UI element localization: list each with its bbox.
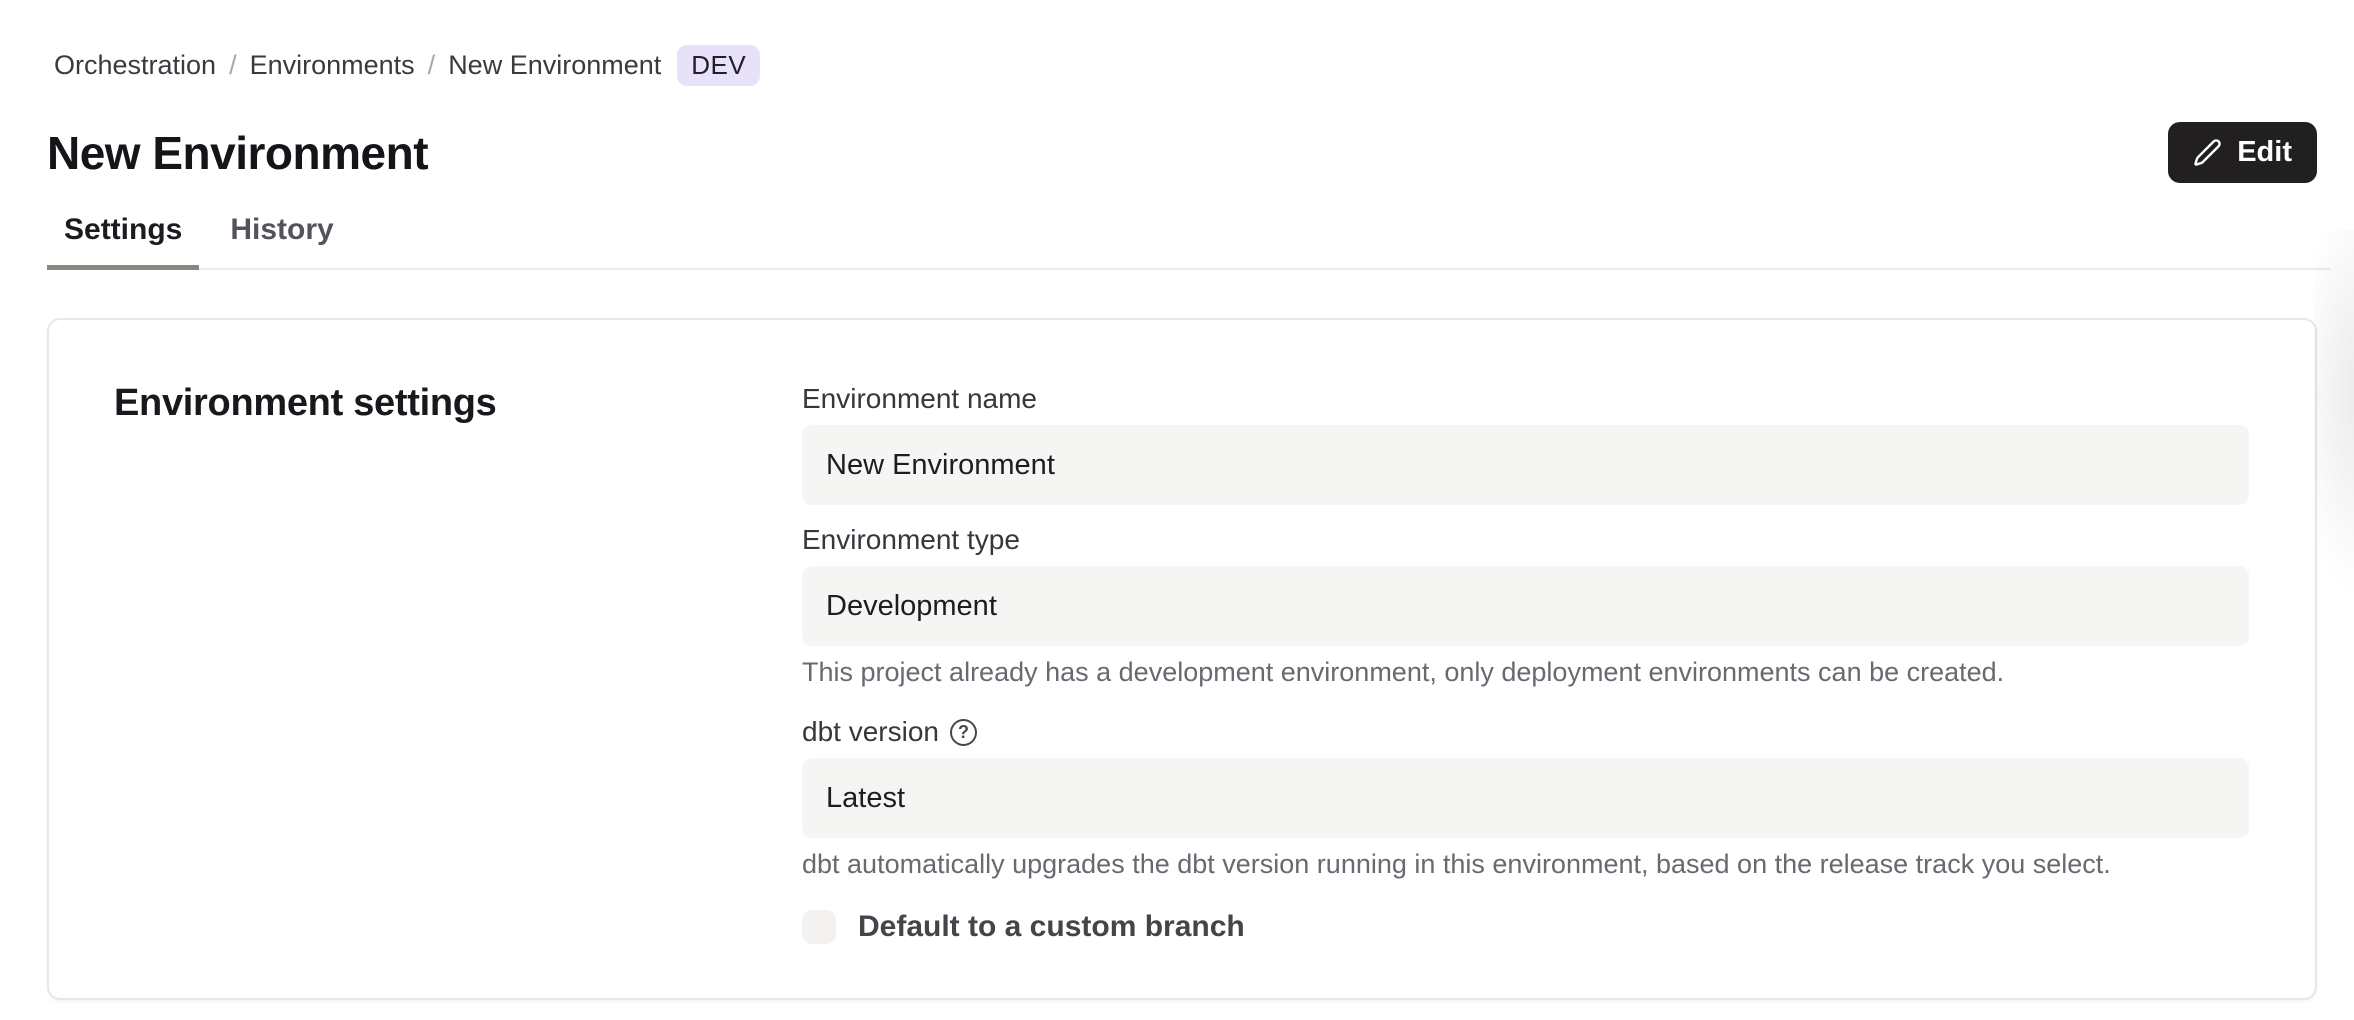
breadcrumb-item-new-environment[interactable]: New Environment bbox=[448, 49, 661, 82]
page-title: New Environment bbox=[47, 125, 428, 181]
card-heading: Environment settings bbox=[114, 380, 802, 426]
page-header: New Environment Edit bbox=[47, 122, 2317, 183]
dbt-version-label-row: dbt version ? bbox=[802, 715, 2249, 749]
breadcrumb-item-environments[interactable]: Environments bbox=[250, 49, 415, 82]
tab-history[interactable]: History bbox=[213, 209, 350, 268]
pencil-icon bbox=[2193, 138, 2222, 167]
dev-environment-badge: DEV bbox=[677, 45, 760, 86]
environment-name-label: Environment name bbox=[802, 382, 2249, 416]
environment-type-label: Environment type bbox=[802, 523, 2249, 557]
environment-name-field: Environment name New Environment bbox=[802, 382, 2249, 505]
breadcrumb-separator: / bbox=[229, 49, 237, 82]
dbt-version-value: Latest bbox=[826, 782, 905, 815]
edit-button[interactable]: Edit bbox=[2168, 122, 2317, 183]
custom-branch-checkbox[interactable] bbox=[802, 910, 836, 944]
breadcrumb-separator: / bbox=[428, 49, 436, 82]
dbt-version-helper-text: dbt automatically upgrades the dbt versi… bbox=[802, 848, 2249, 881]
environment-type-helper-text: This project already has a development e… bbox=[802, 656, 2249, 689]
breadcrumb: Orchestration / Environments / New Envir… bbox=[54, 45, 2317, 86]
tab-bar: Settings History bbox=[47, 209, 2330, 270]
dbt-version-select[interactable]: Latest bbox=[802, 758, 2249, 838]
tab-history-label: History bbox=[230, 213, 333, 246]
tab-settings-label: Settings bbox=[64, 213, 182, 246]
environment-type-field: Environment type Development This projec… bbox=[802, 523, 2249, 689]
card-form-column: Environment name New Environment Environ… bbox=[802, 380, 2249, 998]
environment-settings-card: Environment settings Environment name Ne… bbox=[47, 318, 2317, 1000]
tab-settings[interactable]: Settings bbox=[47, 209, 199, 268]
edit-button-label: Edit bbox=[2237, 136, 2292, 169]
environment-type-value: Development bbox=[826, 590, 997, 623]
environment-page: Orchestration / Environments / New Envir… bbox=[0, 45, 2354, 1000]
card-heading-column: Environment settings bbox=[114, 380, 802, 998]
custom-branch-row: Default to a custom branch bbox=[802, 909, 2249, 945]
breadcrumb-item-orchestration[interactable]: Orchestration bbox=[54, 49, 216, 82]
dbt-version-label: dbt version bbox=[802, 715, 939, 749]
environment-type-select[interactable]: Development bbox=[802, 566, 2249, 646]
environment-name-value: New Environment bbox=[826, 449, 1055, 482]
custom-branch-label: Default to a custom branch bbox=[858, 909, 1245, 945]
environment-name-input[interactable]: New Environment bbox=[802, 425, 2249, 505]
dbt-version-field: dbt version ? Latest dbt automatically u… bbox=[802, 715, 2249, 881]
help-icon[interactable]: ? bbox=[950, 719, 977, 746]
